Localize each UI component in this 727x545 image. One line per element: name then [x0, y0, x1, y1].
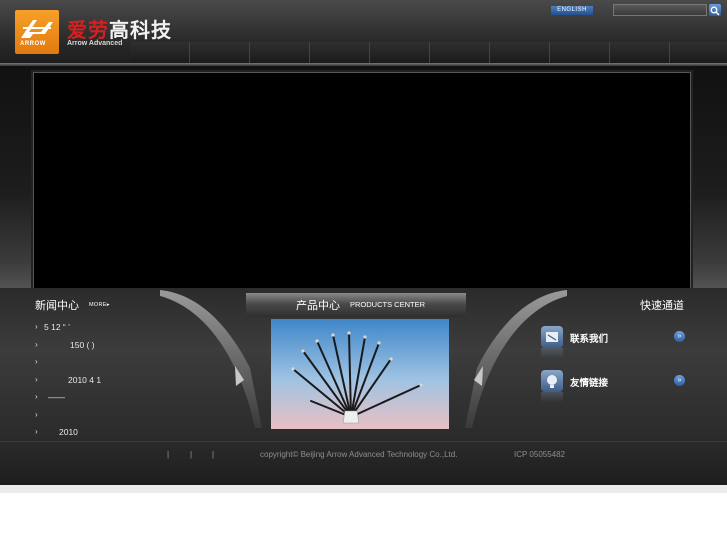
- nav-item[interactable]: [670, 42, 727, 64]
- flash-banner[interactable]: [33, 72, 691, 290]
- icon-reflection: [541, 348, 563, 358]
- search-icon: [710, 6, 720, 16]
- news-section-title: 新闻中心: [35, 300, 79, 312]
- chevron-right-icon: ›: [35, 409, 38, 419]
- news-more-link[interactable]: MORE▸: [89, 302, 110, 308]
- nav-item[interactable]: [610, 42, 670, 64]
- link-icon: [541, 370, 563, 392]
- contact-us-label: 联系我们: [570, 334, 609, 345]
- news-item[interactable]: › ——: [35, 390, 165, 408]
- brand-name-cn: 爱劳高科技: [67, 14, 172, 43]
- friendly-links-link[interactable]: 友情链接 »: [541, 370, 687, 402]
- copyright-text: copyright© Beijing Arrow Advanced Techno…: [260, 450, 458, 459]
- double-chevron-right-icon[interactable]: »: [674, 375, 685, 386]
- arrow-logo-icon: [21, 20, 53, 38]
- news-item[interactable]: › 150 ( ): [35, 338, 165, 356]
- chevron-right-icon: ›: [35, 392, 38, 401]
- product-image[interactable]: [271, 319, 449, 429]
- nav-item[interactable]: [190, 42, 250, 64]
- products-title-cn: 产品中心: [296, 300, 340, 312]
- brand-name-cn-red: 爱劳: [67, 18, 109, 42]
- news-item[interactable]: › 2010: [35, 425, 165, 443]
- nav-item[interactable]: [250, 42, 310, 64]
- news-item[interactable]: › 2010 4 1: [35, 373, 165, 391]
- news-item[interactable]: ›: [35, 408, 165, 426]
- contact-icon: [541, 326, 563, 348]
- main-nav: [130, 42, 727, 64]
- footer-separator: |: [167, 450, 170, 459]
- search-button[interactable]: [709, 4, 721, 16]
- footer-separator: |: [212, 450, 215, 459]
- icon-reflection: [541, 392, 563, 402]
- quick-access-title: 快速通道: [640, 300, 684, 312]
- chevron-right-icon: ▸: [106, 302, 110, 308]
- english-language-button[interactable]: ENGLISH: [551, 6, 593, 15]
- double-chevron-right-icon[interactable]: »: [674, 331, 685, 342]
- site-container: ARROW 爱劳高科技 Arrow Advanced ENGLISH 新闻中心 …: [0, 0, 727, 485]
- news-item[interactable]: › 5 12 “ ’: [35, 320, 165, 338]
- page-bottom-strip: [0, 485, 727, 493]
- nav-item[interactable]: [370, 42, 430, 64]
- chevron-right-icon: ›: [35, 427, 38, 436]
- brand-name-cn-white: 高科技: [109, 18, 172, 42]
- nav-item[interactable]: [310, 42, 370, 64]
- product-probes-illustration: [291, 331, 423, 424]
- news-item[interactable]: ›: [35, 355, 165, 373]
- nav-item[interactable]: [550, 42, 610, 64]
- logo-subtext: ARROW: [20, 41, 46, 47]
- products-title-en: PRODUCTS CENTER: [350, 300, 426, 309]
- search-input[interactable]: [613, 4, 707, 16]
- brand-name-en: Arrow Advanced: [67, 40, 123, 47]
- chevron-right-icon: ›: [35, 374, 38, 384]
- nav-item[interactable]: [430, 42, 490, 64]
- chevron-right-icon: ›: [35, 322, 38, 331]
- chevron-right-icon: ›: [35, 357, 38, 366]
- friendly-links-label: 友情链接: [570, 378, 609, 389]
- news-list: › 5 12 “ ’ › 150 ( ) › › 2010 4 1 › —— › › 20…: [35, 320, 165, 443]
- chevron-right-icon: ›: [35, 339, 38, 349]
- footer: | | | copyright© Beijing Arrow Advanced …: [0, 441, 727, 485]
- nav-item[interactable]: [130, 42, 190, 64]
- nav-item[interactable]: [490, 42, 550, 64]
- logo[interactable]: ARROW: [15, 10, 59, 54]
- icp-number: ICP 05055482: [514, 450, 566, 459]
- contact-us-link[interactable]: 联系我们 »: [541, 326, 687, 358]
- footer-separator: |: [190, 450, 193, 459]
